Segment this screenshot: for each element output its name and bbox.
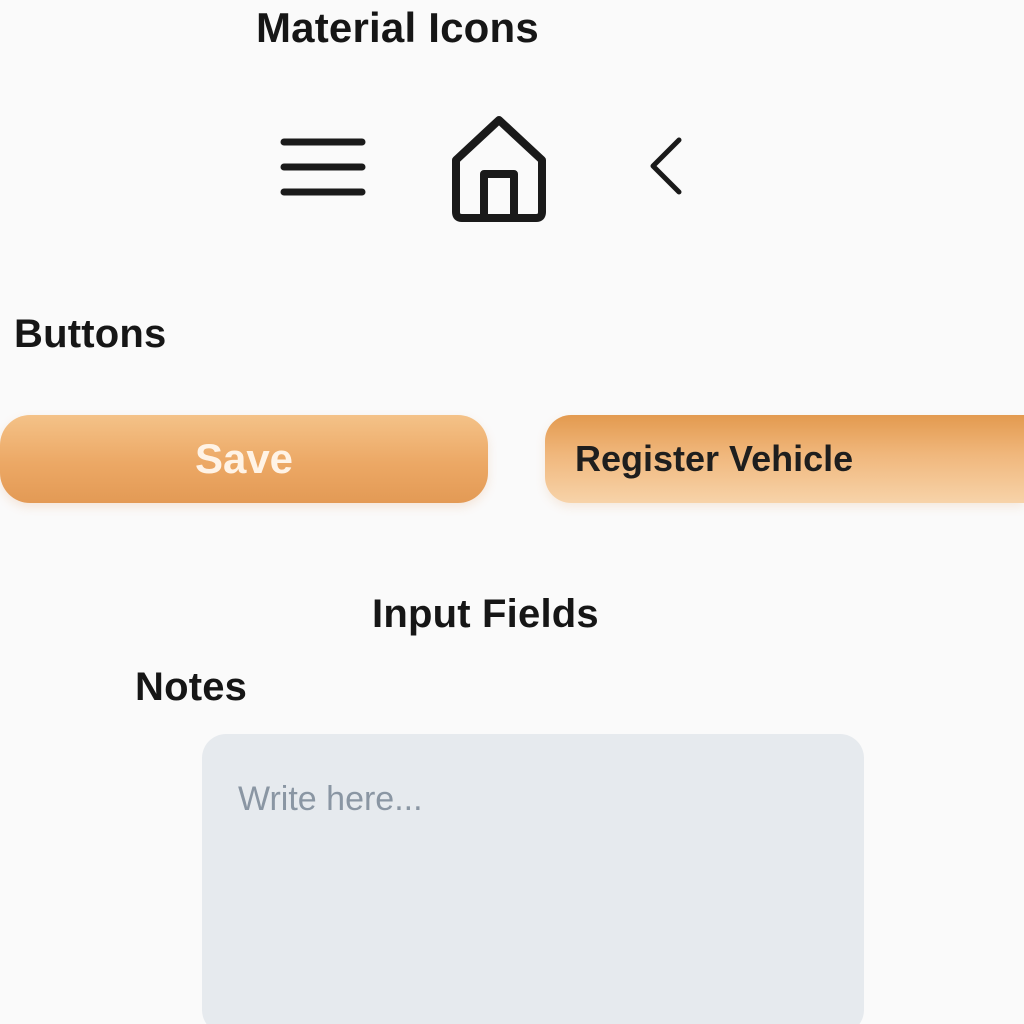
material-icons-heading: Material Icons — [256, 4, 539, 51]
page: Material Icons Buttons Save Register Veh… — [0, 0, 1024, 1024]
notes-label: Notes — [135, 665, 248, 709]
menu-icon[interactable] — [278, 136, 368, 200]
save-button[interactable]: Save — [0, 415, 488, 503]
back-chevron-icon[interactable] — [643, 134, 687, 198]
notes-textarea[interactable] — [202, 734, 864, 1024]
register-vehicle-button[interactable]: Register Vehicle — [545, 415, 1024, 503]
home-icon[interactable] — [446, 112, 552, 224]
buttons-heading: Buttons — [14, 312, 167, 356]
icon-row — [0, 110, 1024, 230]
input-fields-heading: Input Fields — [372, 592, 599, 636]
